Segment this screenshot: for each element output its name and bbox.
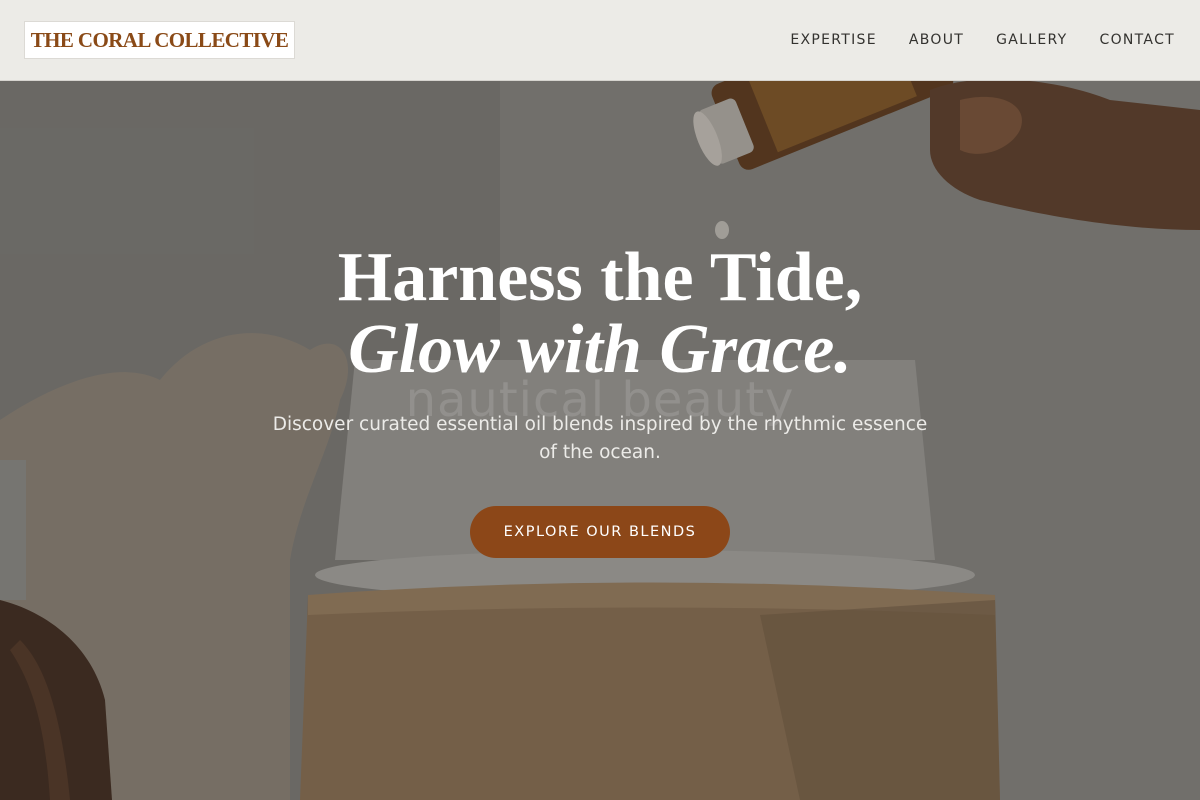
hero-subtitle: Discover curated essential oil blends in… xyxy=(272,414,928,463)
hero-section: nautical beauty Harness the Tide, Glow w… xyxy=(0,0,1200,800)
brand-logo[interactable]: THE CORAL COLLECTIVE xyxy=(24,21,295,59)
hero-headline-line2: Glow with Grace. xyxy=(348,311,852,388)
main-nav: EXPERTISE ABOUT GALLERY CONTACT xyxy=(758,31,1175,49)
site-header: THE CORAL COLLECTIVE EXPERTISE ABOUT GAL… xyxy=(0,0,1200,81)
hero-headline-line1: Harness the Tide, xyxy=(337,239,863,316)
nav-link-expertise[interactable]: EXPERTISE xyxy=(790,31,877,49)
brand-name: THE CORAL COLLECTIVE xyxy=(30,27,289,52)
nav-link-gallery[interactable]: GALLERY xyxy=(996,31,1067,49)
nav-link-about[interactable]: ABOUT xyxy=(909,31,964,49)
hero-headline: Harness the Tide, Glow with Grace. xyxy=(0,242,1200,386)
explore-blends-button[interactable]: EXPLORE OUR BLENDS xyxy=(470,506,730,558)
nav-link-contact[interactable]: CONTACT xyxy=(1100,31,1176,49)
